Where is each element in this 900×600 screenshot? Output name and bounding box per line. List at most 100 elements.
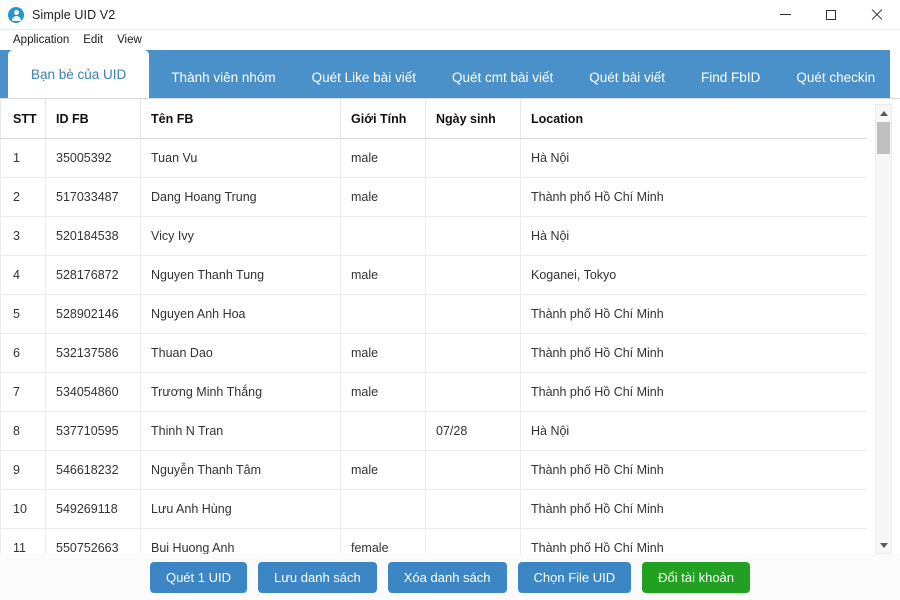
cell-name: Dang Hoang Trung [141,178,341,217]
cell-loc: Hà Nội [521,217,868,256]
cell-loc: Koganei, Tokyo [521,256,868,295]
cell-name: Vicy Ivy [141,217,341,256]
table-row[interactable]: 3520184538Vicy Ivy Hà Nội [1,217,868,256]
cell-loc: Thành phố Hồ Chí Minh [521,451,868,490]
cell-stt: 5 [1,295,46,334]
tab-thanh-vien-nhom[interactable]: Thành viên nhóm [153,57,293,98]
xoa-danh-sach-button[interactable]: Xóa danh sách [388,562,507,593]
tab-quet-like-bai-viet[interactable]: Quét Like bài viết [294,57,434,98]
cell-loc: Hà Nội [521,412,868,451]
column-header-ngay-sinh[interactable]: Ngày sinh [426,99,521,139]
cell-id: 532137586 [46,334,141,373]
table-row[interactable]: 135005392Tuan VumaleHà Nội [1,139,868,178]
table-row[interactable]: 5528902146Nguyen Anh Hoa Thành phố Hồ Chí… [1,295,868,334]
cell-name: Nguyen Thanh Tung [141,256,341,295]
window-controls [762,0,900,29]
cell-sex: male [341,334,426,373]
table-header: STT ID FB Tên FB Giới Tính Ngày sinh Loc… [1,99,868,139]
doi-tai-khoan-button[interactable]: Đổi tài khoản [642,562,750,593]
cell-sex: male [341,373,426,412]
cell-sex: male [341,256,426,295]
window-title: Simple UID V2 [32,8,115,22]
column-header-stt[interactable]: STT [1,99,46,139]
cell-sex: male [341,178,426,217]
cell-id: 549269118 [46,490,141,529]
cell-id: 550752663 [46,529,141,555]
vertical-scrollbar[interactable] [875,104,892,554]
tab-quet-bai-viet[interactable]: Quét bài viết [571,57,683,98]
scrollbar-thumb[interactable] [877,122,890,154]
cell-stt: 8 [1,412,46,451]
scroll-down-button[interactable] [876,537,891,553]
cell-loc: Thành phố Hồ Chí Minh [521,373,868,412]
cell-id: 520184538 [46,217,141,256]
triangle-down-icon [880,543,888,548]
cell-dob [426,451,521,490]
cell-id: 35005392 [46,139,141,178]
cell-id: 528176872 [46,256,141,295]
cell-sex: female [341,529,426,555]
application-window: Simple UID V2 Application Edit View Bạn … [0,0,900,600]
close-button[interactable] [854,0,900,29]
cell-id: 517033487 [46,178,141,217]
cell-loc: Hà Nội [521,139,868,178]
title-bar: Simple UID V2 [0,0,900,30]
minimize-button[interactable] [762,0,808,29]
luu-danh-sach-button[interactable]: Lưu danh sách [258,562,377,593]
cell-dob [426,178,521,217]
table-row[interactable]: 11550752663Bui Huong AnhfemaleThành phố … [1,529,868,555]
cell-name: Bui Huong Anh [141,529,341,555]
column-header-ten-fb[interactable]: Tên FB [141,99,341,139]
cell-loc: Thành phố Hồ Chí Minh [521,529,868,555]
tab-quet-cmt-bai-viet[interactable]: Quét cmt bài viết [434,57,571,98]
cell-id: 528902146 [46,295,141,334]
close-icon [871,9,883,21]
cell-name: Lưu Anh Hùng [141,490,341,529]
table-row[interactable]: 6532137586Thuan DaomaleThành phố Hồ Chí … [1,334,868,373]
table-scroll-viewport: STT ID FB Tên FB Giới Tính Ngày sinh Loc… [0,99,867,554]
column-header-location[interactable]: Location [521,99,868,139]
column-header-id-fb[interactable]: ID FB [46,99,141,139]
menu-bar: Application Edit View [0,30,900,50]
triangle-up-icon [880,111,888,116]
chon-file-uid-button[interactable]: Chọn File UID [518,562,632,593]
minimize-icon [780,14,791,15]
cell-stt: 9 [1,451,46,490]
cell-name: Thuan Dao [141,334,341,373]
cell-loc: Thành phố Hồ Chí Minh [521,295,868,334]
scroll-up-button[interactable] [876,105,891,121]
maximize-icon [826,10,836,20]
cell-sex [341,217,426,256]
cell-name: Nguyen Anh Hoa [141,295,341,334]
menu-item-view[interactable]: View [110,32,149,48]
table-row[interactable]: 4528176872Nguyen Thanh TungmaleKoganei, … [1,256,868,295]
tab-find-fbid[interactable]: Find FbID [683,57,778,98]
tab-quet-checkin[interactable]: Quét checkin [778,57,893,98]
table-row[interactable]: 2517033487Dang Hoang TrungmaleThành phố … [1,178,868,217]
data-table-region: STT ID FB Tên FB Giới Tính Ngày sinh Loc… [0,98,900,554]
table-header-row: STT ID FB Tên FB Giới Tính Ngày sinh Loc… [1,99,868,139]
column-header-gioi-tinh[interactable]: Giới Tính [341,99,426,139]
cell-id: 537710595 [46,412,141,451]
cell-dob [426,256,521,295]
quet-1-uid-button[interactable]: Quét 1 UID [150,562,247,593]
maximize-button[interactable] [808,0,854,29]
user-circle-icon [8,7,24,23]
table-row[interactable]: 10549269118Lưu Anh HùngThành phố Hồ Chí … [1,490,868,529]
tab-ban-be-cua-uid[interactable]: Bạn bè của UID [8,50,149,98]
table-row[interactable]: 7534054860Trương Minh ThắngmaleThành phố… [1,373,868,412]
cell-sex [341,295,426,334]
cell-dob [426,373,521,412]
tab-strip: Bạn bè của UID Thành viên nhóm Quét Like… [0,50,900,98]
menu-item-edit[interactable]: Edit [76,32,110,48]
cell-stt: 3 [1,217,46,256]
menu-item-application[interactable]: Application [6,32,76,48]
cell-dob [426,295,521,334]
cell-loc: Thành phố Hồ Chí Minh [521,490,868,529]
tab-list: Bạn bè của UID Thành viên nhóm Quét Like… [0,50,893,98]
cell-id: 546618232 [46,451,141,490]
table-row[interactable]: 9546618232Nguyễn Thanh TâmmaleThành phố … [1,451,868,490]
cell-sex [341,412,426,451]
cell-name: Trương Minh Thắng [141,373,341,412]
table-row[interactable]: 8537710595Thinh N Tran07/28Hà Nội [1,412,868,451]
